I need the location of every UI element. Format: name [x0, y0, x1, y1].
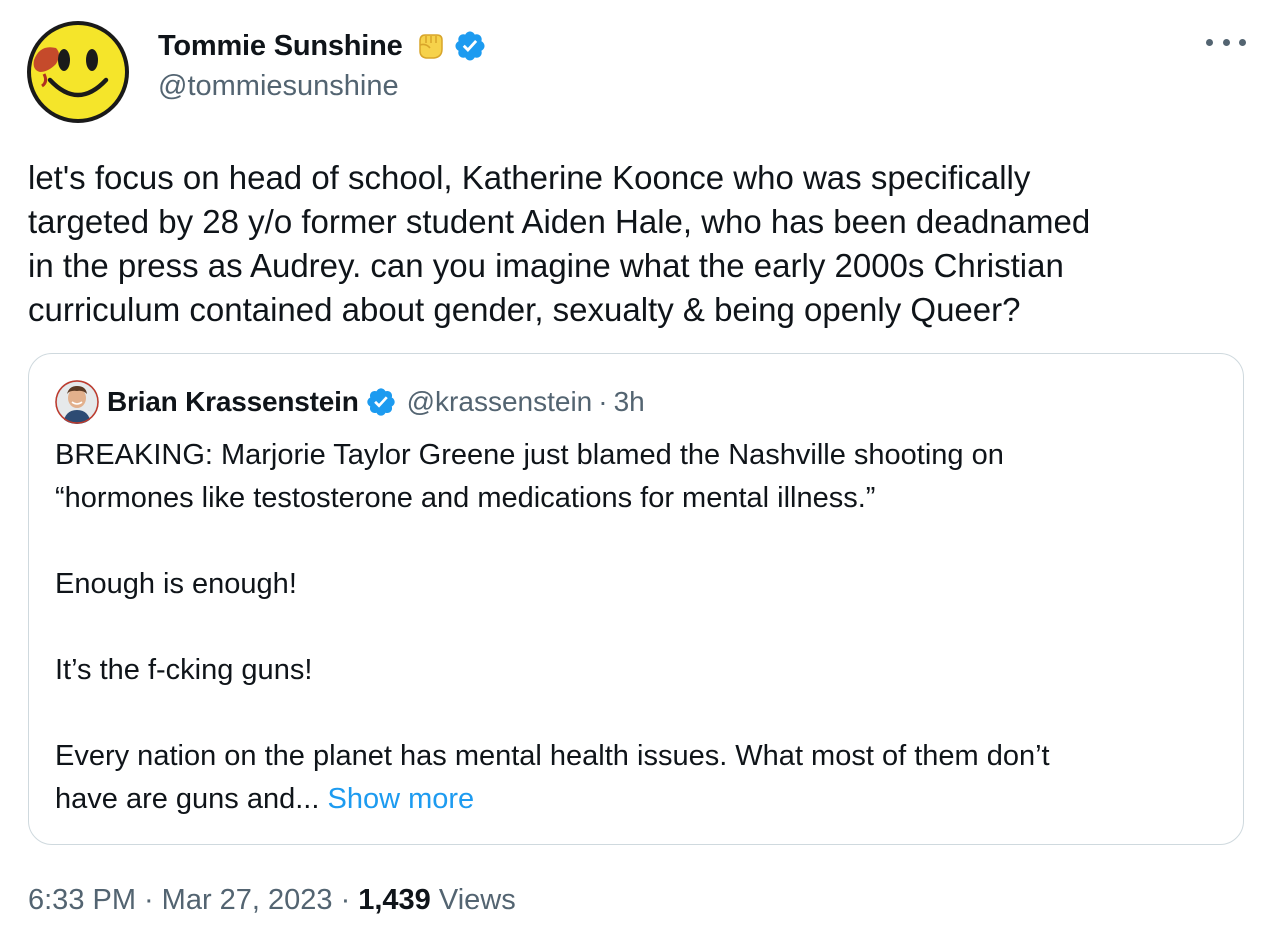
quoted-author-name[interactable]: Brian Krassenstein: [107, 386, 359, 418]
quoted-tweet-text: BREAKING: Marjorie Taylor Greene just bl…: [55, 434, 1215, 821]
views-count: 1,439: [358, 884, 431, 916]
quoted-paragraph-text: Every nation on the planet has mental he…: [55, 740, 1050, 815]
verified-badge-icon: [365, 386, 397, 418]
tweet-text: let's focus on head of school, Katherine…: [28, 159, 1091, 328]
separator-dot: ·: [144, 884, 154, 916]
quoted-author-handle[interactable]: @krassenstein: [407, 386, 593, 418]
author-handle[interactable]: @tommiesunshine: [158, 70, 487, 103]
more-dot: [1239, 38, 1246, 46]
quoted-paragraph: BREAKING: Marjorie Taylor Greene just bl…: [55, 439, 1004, 514]
tweet-time[interactable]: 6:33 PM: [28, 884, 136, 916]
separator-dot: ·: [340, 884, 351, 916]
tweet-meta: 6:33 PM · Mar 27, 2023 · 1,439 Views: [28, 884, 516, 917]
separator-dot: ·: [598, 386, 608, 417]
author-info: Tommie Sunshine @tommiesunshine: [158, 26, 487, 103]
verified-badge-icon: [453, 29, 487, 63]
views-label: Views: [438, 884, 516, 916]
smiley-face-avatar-icon: [27, 21, 129, 123]
author-avatar[interactable]: [26, 20, 130, 124]
quoted-paragraph: It’s the f-cking guns!: [55, 654, 313, 686]
more-dot: [1206, 38, 1213, 46]
person-avatar-icon: [55, 380, 99, 424]
quoted-paragraph: Enough is enough!: [55, 568, 297, 600]
quoted-paragraph-last: Every nation on the planet has mental he…: [55, 735, 1215, 821]
quoted-tweet-header: Brian Krassenstein @krassenstein · 3h: [55, 380, 645, 424]
author-name[interactable]: Tommie Sunshine: [158, 30, 403, 63]
quoted-author-avatar[interactable]: [55, 380, 99, 424]
raised-fist-icon: [411, 27, 449, 65]
author-name-row: Tommie Sunshine: [158, 26, 487, 66]
more-dot: [1222, 38, 1230, 46]
tweet-date[interactable]: Mar 27, 2023: [162, 884, 333, 916]
quoted-tweet-time[interactable]: 3h: [614, 386, 645, 418]
tweet: Tommie Sunshine @tommiesunshine let's fo…: [0, 0, 1280, 944]
show-more-link[interactable]: Show more: [327, 783, 474, 815]
more-options-icon[interactable]: [1206, 30, 1246, 54]
quoted-tweet-card[interactable]: Brian Krassenstein @krassenstein · 3h BR…: [28, 353, 1244, 845]
